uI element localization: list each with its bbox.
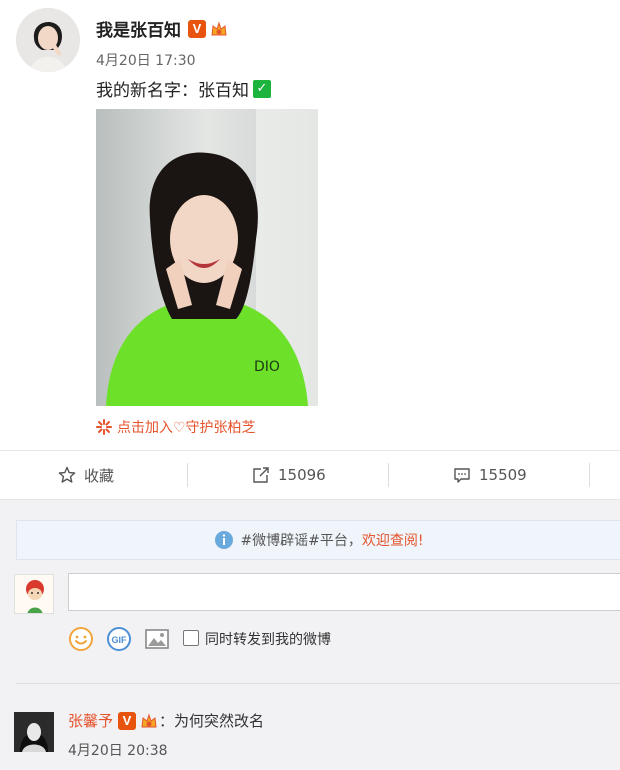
share-icon: [253, 467, 269, 483]
action-divider: [388, 463, 389, 487]
post-image[interactable]: DIO: [96, 109, 318, 406]
verified-badge-icon: V: [118, 711, 137, 730]
star-icon: [58, 466, 76, 483]
image-icon[interactable]: [144, 626, 170, 652]
info-icon: [215, 531, 234, 549]
comment-text: 为何突然改名: [174, 712, 265, 730]
notice-link[interactable]: 欢迎查阅!: [362, 530, 424, 550]
verified-badge-icon: V: [188, 19, 206, 38]
commenter-avatar[interactable]: [14, 712, 54, 752]
action-divider: [589, 463, 590, 487]
favorite-label[interactable]: 收藏: [84, 465, 114, 486]
member-crown-icon: [141, 712, 157, 727]
check-mark-icon: ✓: [253, 79, 271, 98]
author-avatar[interactable]: [16, 8, 80, 72]
author-name-text[interactable]: 我是张百知: [96, 16, 181, 41]
repost-option-label[interactable]: 同时转发到我的微博: [205, 629, 331, 649]
favorite-button[interactable]: 收藏: [58, 451, 114, 499]
post-text: 我的新名字：张百知: [96, 81, 249, 101]
gif-icon[interactable]: GIF: [106, 626, 132, 652]
comment-input[interactable]: [68, 573, 620, 611]
comment-header: 张馨予 V ： 为何突然改名: [68, 710, 264, 731]
action-divider: [187, 463, 188, 487]
comment-button[interactable]: 15509: [453, 451, 527, 499]
author-name[interactable]: 我是张百知 V: [96, 16, 229, 41]
comment-count[interactable]: 15509: [479, 466, 527, 484]
post-content: 我的新名字：张百知 ✓: [96, 76, 271, 101]
emoji-icon[interactable]: [68, 626, 94, 652]
repost-count[interactable]: 15096: [278, 466, 326, 484]
member-crown-icon: [211, 20, 227, 35]
comment-time: 4月20日 20:38: [68, 743, 168, 759]
commenter-name[interactable]: 张馨予: [68, 710, 113, 731]
repost-checkbox[interactable]: [183, 630, 199, 646]
current-user-avatar[interactable]: [14, 574, 54, 614]
post-action-bar: 收藏 15096 15509: [0, 450, 620, 500]
guard-fan-link[interactable]: 点击加入♡守护张柏芝: [96, 417, 256, 437]
sparkle-icon: [96, 419, 112, 435]
post-time[interactable]: 4月20日 17:30: [96, 50, 196, 70]
rumor-notice-banner: #微博辟谣#平台， 欢迎查阅!: [16, 520, 620, 560]
weibo-post-card: 我是张百知 V 4月20日 17:30 我的新名字：张百知 ✓ DIO 点击加入…: [0, 0, 620, 450]
guard-link-text[interactable]: 点击加入♡守护张柏芝: [117, 417, 256, 437]
svg-text:DIO: DIO: [254, 359, 280, 375]
comment-icon: [454, 468, 470, 483]
notice-text[interactable]: #微博辟谣#平台，: [240, 530, 361, 550]
repost-button[interactable]: 15096: [252, 451, 326, 499]
comment-list-divider: [16, 683, 620, 684]
svg-text:GIF: GIF: [112, 635, 128, 645]
comment-separator: ：: [159, 712, 175, 730]
